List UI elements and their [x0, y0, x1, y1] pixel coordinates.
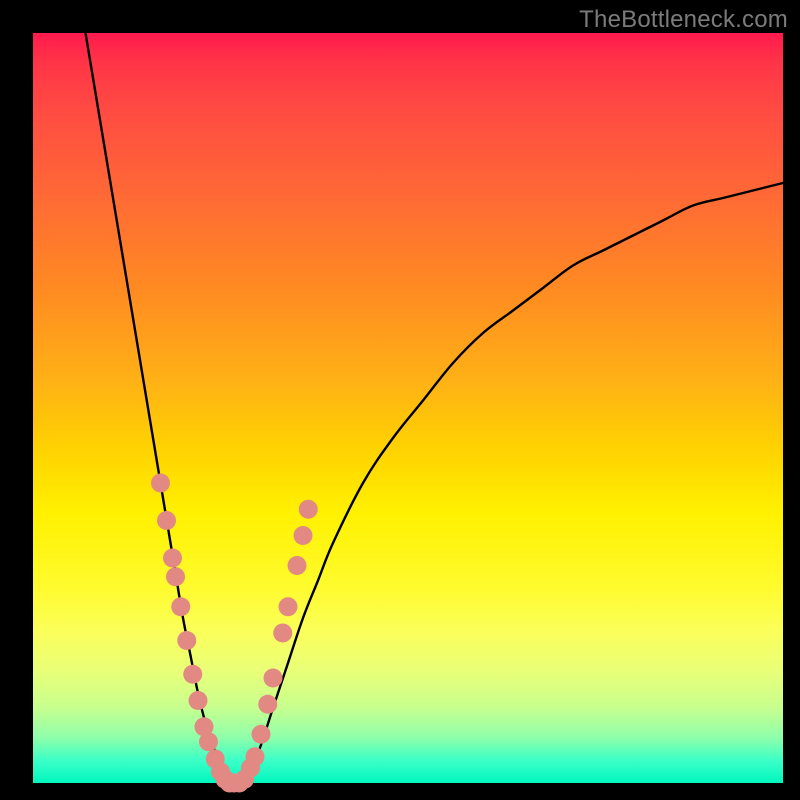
- marker-markers-right: [264, 669, 283, 688]
- series-curve-right: [243, 183, 783, 783]
- chart-markers: [151, 474, 318, 793]
- marker-markers-right: [246, 747, 265, 766]
- marker-markers-left: [171, 597, 190, 616]
- marker-markers-left: [166, 567, 185, 586]
- marker-markers-right: [279, 597, 298, 616]
- chart-svg: [33, 33, 783, 783]
- plot-area: [33, 33, 783, 783]
- chart-frame: TheBottleneck.com: [0, 0, 800, 800]
- marker-markers-right: [294, 526, 313, 545]
- marker-markers-right: [299, 500, 318, 519]
- marker-markers-left: [183, 665, 202, 684]
- marker-markers-left: [163, 549, 182, 568]
- series-curve-left: [86, 33, 229, 783]
- marker-markers-left: [151, 474, 170, 493]
- marker-markers-left: [199, 732, 218, 751]
- marker-markers-right: [273, 624, 292, 643]
- marker-markers-right: [252, 725, 271, 744]
- marker-markers-right: [288, 556, 307, 575]
- watermark-text: TheBottleneck.com: [579, 6, 788, 34]
- marker-markers-bottom: [230, 774, 249, 793]
- marker-markers-left: [157, 511, 176, 530]
- marker-markers-left: [189, 691, 208, 710]
- marker-markers-right: [258, 695, 277, 714]
- marker-markers-left: [177, 631, 196, 650]
